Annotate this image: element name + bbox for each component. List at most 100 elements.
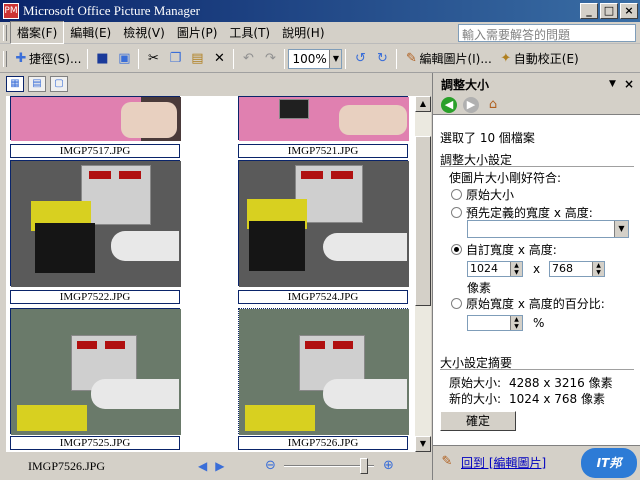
radio-predefined-size[interactable]: 預先定義的寬度 x 高度: xyxy=(451,204,593,221)
predefined-size-select[interactable]: ▼ xyxy=(467,220,629,238)
height-stepper[interactable]: ▲ ▼ xyxy=(592,262,604,276)
title-bar: PM Microsoft Office Picture Manager _ □ … xyxy=(0,0,640,22)
forward-arrow-icon[interactable]: ▶ xyxy=(463,96,479,113)
undo-icon: ↶ xyxy=(242,50,254,66)
thumbnail-card[interactable] xyxy=(10,96,181,141)
previous-picture-button[interactable]: ◀ xyxy=(198,459,207,473)
menu-picture[interactable]: 圖片(P) xyxy=(171,22,224,43)
gallery-scrollbar[interactable]: ▲ ▼ xyxy=(415,96,431,452)
menu-file[interactable]: 檔案(F) xyxy=(10,21,65,44)
export-button[interactable]: ▣ xyxy=(113,48,135,70)
photo-battery-top xyxy=(245,405,315,431)
width-value: 1024 xyxy=(470,262,498,275)
back-arrow-icon[interactable]: ◀ xyxy=(441,96,457,113)
radio-circle[interactable] xyxy=(451,244,462,255)
height-input[interactable]: 768 ▲ ▼ xyxy=(549,261,605,277)
delete-button[interactable]: ✕ xyxy=(208,48,230,70)
paste-icon: ▤ xyxy=(191,50,204,66)
toolbar-separator xyxy=(396,48,398,69)
menu-grip xyxy=(3,24,7,41)
radio-percent-size[interactable]: 原始寬度 x 高度的百分比: xyxy=(451,295,605,312)
auto-correct-button[interactable]: ✦ 自動校正(E) xyxy=(495,48,582,70)
back-to-edit-link[interactable]: 回到 [編輯圖片] xyxy=(461,454,546,471)
resize-task-pane: 調整大小 ▼ × ◀ ▶ ⌂ 選取了 10 個檔案 調整大小設定 使圖片大小剛好… xyxy=(432,73,640,480)
view-mode-bar: ▦ ▤ ▢ xyxy=(0,73,432,95)
ok-button[interactable]: 確定 xyxy=(440,411,516,431)
copy-button[interactable]: ❐ xyxy=(164,48,186,70)
menu-edit[interactable]: 編輯(E) xyxy=(64,22,117,43)
thumbnail-photo xyxy=(11,161,181,287)
undo-button[interactable]: ↶ xyxy=(237,48,259,70)
zoom-select[interactable]: 100% ▼ xyxy=(288,48,343,69)
zoom-in-icon[interactable]: ⊕ xyxy=(380,458,396,474)
toolbar-separator xyxy=(284,48,286,69)
scroll-thumb[interactable] xyxy=(415,136,431,306)
radio-circle[interactable] xyxy=(451,207,462,218)
new-size-label: 新的大小: xyxy=(449,392,502,406)
thumbnail-card[interactable] xyxy=(238,308,409,435)
help-search-input[interactable]: 輸入需要解答的問題 xyxy=(458,24,636,42)
cut-button[interactable]: ✂ xyxy=(142,48,164,70)
pane-title: 調整大小 xyxy=(441,77,490,92)
pane-menu-button[interactable]: ▼ xyxy=(609,79,616,89)
photo-display xyxy=(89,171,111,179)
thumbnail-photo xyxy=(239,161,409,287)
scissors-icon: ✂ xyxy=(147,50,159,66)
thumbnail-card[interactable] xyxy=(238,160,409,287)
shortcut-button[interactable]: ✚ 捷徑(S)... xyxy=(10,48,84,70)
delete-icon: ✕ xyxy=(213,50,225,66)
width-input[interactable]: 1024 ▲ ▼ xyxy=(467,261,523,277)
single-view-button[interactable]: ▢ xyxy=(50,76,68,92)
pane-close-button[interactable]: × xyxy=(624,77,634,91)
paste-button[interactable]: ▤ xyxy=(186,48,208,70)
scroll-down-button[interactable]: ▼ xyxy=(415,436,431,452)
height-value: 768 xyxy=(552,262,573,275)
radio-original-size[interactable]: 原始大小 xyxy=(451,186,514,203)
fit-label: 使圖片大小剛好符合: xyxy=(449,171,562,185)
rotate-left-icon: ↺ xyxy=(354,50,366,66)
thumbnail-view-button[interactable]: ▦ xyxy=(6,76,24,92)
toolbar-separator xyxy=(87,48,89,69)
thumbnail-card[interactable] xyxy=(10,160,181,287)
next-picture-button[interactable]: ▶ xyxy=(215,459,224,473)
section-divider xyxy=(440,369,634,370)
chevron-down-icon[interactable]: ▼ xyxy=(614,221,628,237)
photo-cable xyxy=(323,379,407,409)
add-shortcut-icon: ✚ xyxy=(15,50,27,66)
zoom-slider[interactable] xyxy=(284,457,375,475)
percent-stepper[interactable]: ▲ ▼ xyxy=(510,316,522,330)
radio-custom-size[interactable]: 自訂寬度 x 高度: xyxy=(451,241,557,258)
auto-correct-label: 自動校正(E) xyxy=(513,52,579,66)
menu-view[interactable]: 檢視(V) xyxy=(117,22,171,43)
photo-display xyxy=(105,341,125,349)
rotate-right-icon: ↻ xyxy=(376,50,388,66)
menu-help[interactable]: 說明(H) xyxy=(276,22,330,43)
maximize-button[interactable]: □ xyxy=(600,3,618,19)
scroll-up-button[interactable]: ▲ xyxy=(415,96,431,112)
filmstrip-view-button[interactable]: ▤ xyxy=(28,76,46,92)
status-bar: IMGP7526.JPG ◀ ▶ ⊖ ⊕ xyxy=(0,452,432,480)
percent-input[interactable]: ▲ ▼ xyxy=(467,315,523,331)
chevron-down-icon[interactable]: ▼ xyxy=(329,49,342,68)
edit-picture-icon: ✎ xyxy=(405,50,417,66)
thumbnail-card[interactable] xyxy=(10,308,181,435)
edit-picture-button[interactable]: ✎ 編輯圖片(I)... xyxy=(400,48,494,70)
rotate-right-button[interactable]: ↻ xyxy=(371,48,393,70)
copy-icon: ❐ xyxy=(169,50,182,66)
save-button[interactable]: ■ xyxy=(91,48,113,70)
home-icon[interactable]: ⌂ xyxy=(485,97,501,113)
radio-circle[interactable] xyxy=(451,298,462,309)
close-button[interactable]: × xyxy=(620,3,638,19)
rotate-left-button[interactable]: ↺ xyxy=(349,48,371,70)
original-size-value: 4288 x 3216 像素 xyxy=(509,376,613,390)
status-filename: IMGP7526.JPG xyxy=(28,458,106,473)
width-stepper[interactable]: ▲ ▼ xyxy=(510,262,522,276)
menu-tools[interactable]: 工具(T) xyxy=(223,22,276,43)
thumbnail-card[interactable] xyxy=(238,96,409,141)
minimize-button[interactable]: _ xyxy=(580,3,598,19)
redo-button[interactable]: ↷ xyxy=(259,48,281,70)
radio-circle[interactable] xyxy=(451,189,462,200)
zoom-slider-thumb[interactable] xyxy=(360,458,369,474)
photo-display xyxy=(77,341,97,349)
zoom-out-icon[interactable]: ⊖ xyxy=(262,458,278,474)
